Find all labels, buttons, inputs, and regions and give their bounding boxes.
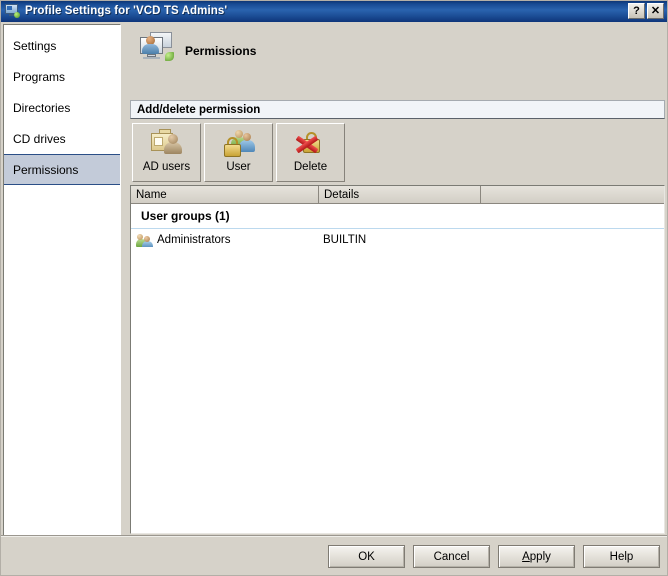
help-button[interactable]: Help (583, 545, 660, 568)
list-header-row: Name Details (131, 186, 664, 204)
footer-separator (0, 535, 668, 537)
table-row[interactable]: Administrators BUILTIN (131, 229, 664, 250)
toolbar-button-label: Delete (293, 161, 328, 173)
apply-button-rest: pply (529, 550, 551, 563)
window-title: Profile Settings for 'VCD TS Admins' (25, 5, 228, 17)
sidebar-item-permissions[interactable]: Permissions (4, 154, 120, 185)
sidebar-item-cd-drives[interactable]: CD drives (4, 123, 120, 154)
permissions-pane: Permissions Add/delete permission AD use… (127, 22, 665, 536)
close-icon-button[interactable]: ✕ (647, 3, 664, 19)
permissions-list[interactable]: Name Details User groups (1) Administrat… (130, 185, 665, 534)
page-title: Permissions (185, 44, 257, 58)
column-header-details[interactable]: Details (319, 186, 481, 203)
ok-button[interactable]: OK (328, 545, 405, 568)
pane-header: Permissions (127, 22, 665, 98)
sidebar-item-label: Permissions (13, 162, 79, 177)
column-header-name[interactable]: Name (131, 186, 319, 203)
add-user-button[interactable]: User (204, 123, 273, 182)
section-title: Add/delete permission (137, 103, 261, 116)
computer-user-icon (4, 3, 20, 19)
help-icon-button[interactable]: ? (628, 3, 645, 19)
row-name-cell: Administrators (131, 233, 319, 247)
cancel-button[interactable]: Cancel (413, 545, 490, 568)
row-details-cell: BUILTIN (323, 233, 367, 246)
toolbar-button-label: User (226, 161, 251, 173)
column-header-blank[interactable] (481, 186, 664, 203)
section-header: Add/delete permission (130, 100, 665, 119)
settings-category-list: Settings Programs Directories CD drives … (3, 24, 121, 536)
row-name-label: Administrators (157, 233, 231, 246)
sidebar-item-directories[interactable]: Directories (4, 92, 120, 123)
list-group-header: User groups (1) (131, 204, 664, 229)
delete-permission-button[interactable]: Delete (276, 123, 345, 182)
dialog-button-row: OK Cancel Apply Help (328, 545, 660, 568)
title-bar-buttons: ? ✕ (628, 3, 664, 19)
user-group-icon (136, 233, 153, 247)
dialog-body: Settings Programs Directories CD drives … (0, 22, 668, 576)
permissions-monitor-user-icon (139, 30, 175, 66)
lock-delete-icon (294, 129, 328, 160)
sidebar-item-label: Settings (13, 38, 57, 53)
profile-settings-dialog: Profile Settings for 'VCD TS Admins' ? ✕… (0, 0, 668, 576)
sidebar-item-programs[interactable]: Programs (4, 61, 120, 92)
folder-user-icon (150, 129, 184, 160)
toolbar-button-label: AD users (142, 161, 191, 173)
sidebar-item-label: Directories (13, 100, 71, 115)
apply-button-accel: A (522, 550, 530, 563)
list-group-title: User groups (1) (141, 209, 230, 223)
lock-users-icon (222, 129, 256, 160)
permission-toolbar: AD users User Delete (132, 123, 345, 182)
sidebar-item-settings[interactable]: Settings (4, 30, 120, 61)
title-bar: Profile Settings for 'VCD TS Admins' ? ✕ (0, 0, 668, 22)
sidebar-item-label: Programs (13, 69, 66, 84)
apply-button[interactable]: Apply (498, 545, 575, 568)
sidebar-item-label: CD drives (13, 131, 66, 146)
add-ad-users-button[interactable]: AD users (132, 123, 201, 182)
